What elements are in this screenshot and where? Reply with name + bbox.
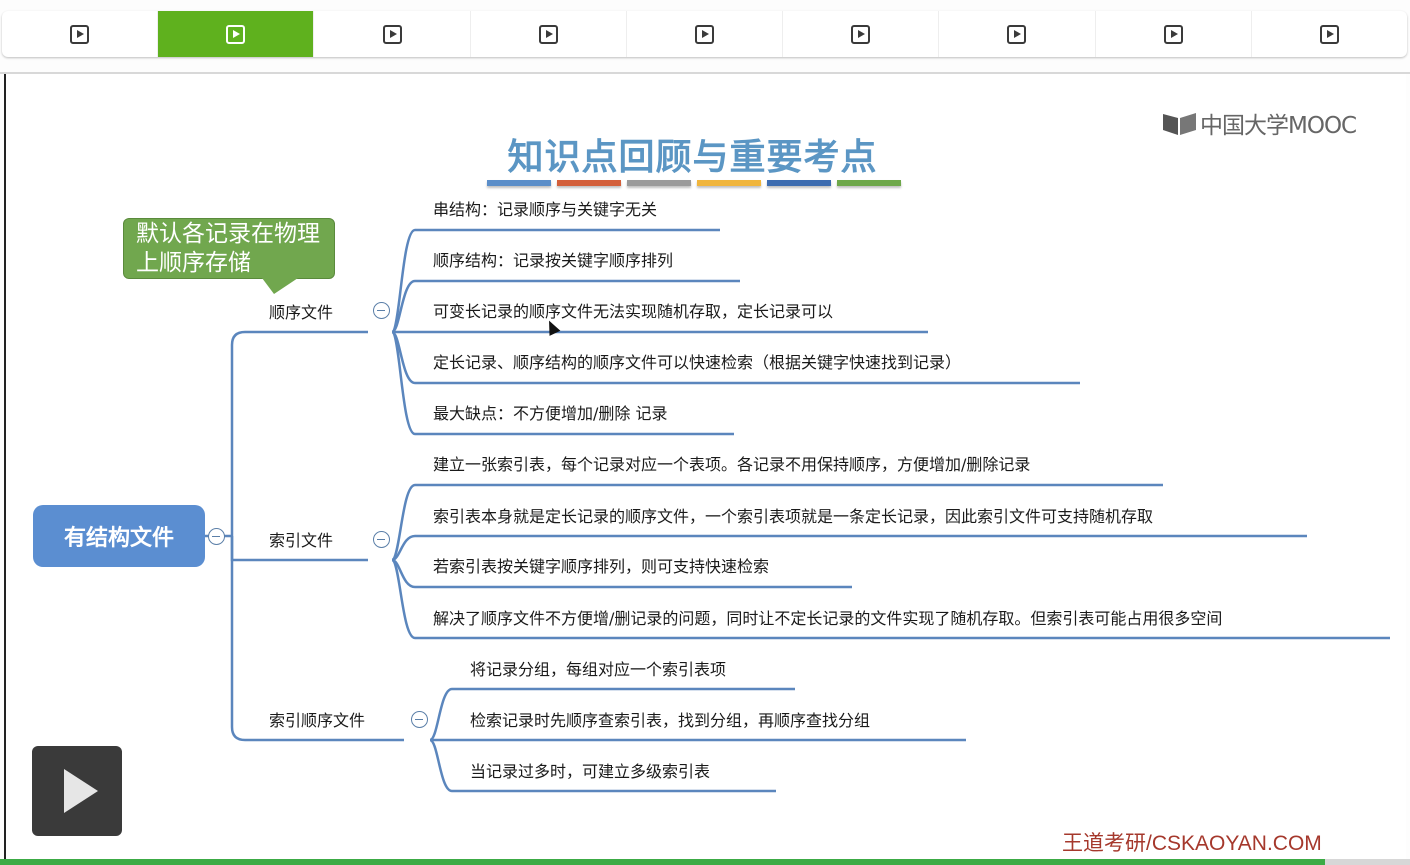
- mooc-logo: 中国大学MOOC: [1162, 106, 1357, 140]
- callout-note: 默认各记录在物理上顺序存储: [123, 218, 335, 279]
- slide-title: 知识点回顾与重要考点: [507, 136, 878, 178]
- title-bar-segment: [557, 180, 621, 186]
- play-button[interactable]: [32, 746, 122, 836]
- collapse-icon[interactable]: [373, 531, 390, 548]
- leaf-item[interactable]: 解决了顺序文件不方便增/删记录的问题，同时让不定长记录的文件实现了随机存取。但索…: [433, 609, 1222, 629]
- title-bar-segment: [767, 180, 831, 186]
- branch-sequential-file[interactable]: 顺序文件: [269, 303, 333, 323]
- logo-text: 中国大学MOOC: [1200, 113, 1357, 139]
- leaf-item[interactable]: 检索记录时先顺序查索引表，找到分组，再顺序查找分组: [470, 711, 870, 731]
- title-bar-segment: [487, 180, 551, 186]
- leaf-item[interactable]: 建立一张索引表，每个记录对应一个表项。各记录不用保持顺序，方便增加/删除记录: [433, 455, 1030, 475]
- title-bar-segment: [697, 180, 761, 186]
- mindmap-root[interactable]: 有结构文件: [33, 505, 205, 567]
- leaf-item[interactable]: 顺序结构：记录按关键字顺序排列: [433, 251, 673, 271]
- video-progress-bar[interactable]: [0, 859, 1325, 865]
- leaf-item[interactable]: 最大缺点：不方便增加/删除 记录: [433, 404, 667, 424]
- leaf-item[interactable]: 当记录过多时，可建立多级索引表: [470, 762, 710, 782]
- collapse-icon[interactable]: [208, 528, 225, 545]
- title-bar-segment: [837, 180, 901, 186]
- collapse-icon[interactable]: [411, 711, 428, 728]
- leaf-item[interactable]: 将记录分组，每组对应一个索引表项: [470, 660, 726, 680]
- title-bar-segment: [627, 180, 691, 186]
- leaf-item[interactable]: 定长记录、顺序结构的顺序文件可以快速检索（根据关键字快速找到记录）: [433, 353, 961, 373]
- play-icon: [64, 769, 98, 813]
- book-icon: [1163, 113, 1196, 135]
- title-underline: [487, 180, 907, 186]
- callout-tail: [262, 278, 298, 294]
- watermark: 王道考研/CSKAOYAN.COM: [1062, 832, 1322, 855]
- leaf-item[interactable]: 可变长记录的顺序文件无法实现随机存取，定长记录可以: [433, 302, 833, 322]
- leaf-item[interactable]: 若索引表按关键字顺序排列，则可支持快速检索: [433, 557, 769, 577]
- video-progress-remaining[interactable]: [1325, 859, 1410, 865]
- branch-index-file[interactable]: 索引文件: [269, 531, 333, 551]
- app-root: 中国大学MOOC 知识点回顾与重要考点 默认各记录在物理上顺序存储 有结构文件 …: [0, 0, 1410, 865]
- branch-indexed-sequential-file[interactable]: 索引顺序文件: [269, 711, 365, 731]
- leaf-item[interactable]: 串结构：记录顺序与关键字无关: [433, 200, 657, 220]
- collapse-icon[interactable]: [373, 302, 390, 319]
- leaf-item[interactable]: 索引表本身就是定长记录的顺序文件，一个索引表项就是一条定长记录，因此索引文件可支…: [433, 507, 1153, 527]
